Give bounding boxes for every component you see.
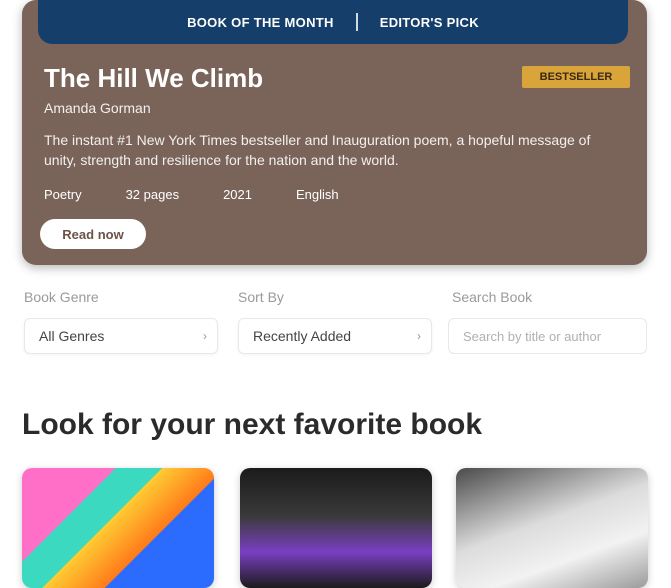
book-card-1[interactable] — [22, 468, 214, 588]
genre-select[interactable]: All Genres › — [24, 318, 218, 354]
hero-book-meta: Poetry 32 pages 2021 English — [44, 187, 339, 202]
search-filter-label: Search Book — [452, 289, 533, 305]
genre-select-value: All Genres — [39, 328, 105, 344]
meta-pages: 32 pages — [125, 187, 180, 202]
hero-book-description: The instant #1 New York Times bestseller… — [44, 132, 591, 168]
hero-book-author: Amanda Gorman — [44, 100, 151, 116]
featured-book-hero[interactable]: BOOK OF THE MONTH EDITOR'S PICK The Hill… — [22, 0, 647, 265]
section-title: Look for your next favorite book — [22, 408, 483, 441]
banner-divider — [355, 13, 358, 31]
chevron-down-icon: › — [203, 329, 207, 343]
banner-right-text: EDITOR'S PICK — [379, 14, 479, 30]
search-input[interactable] — [448, 318, 647, 354]
sort-filter-label: Sort By — [238, 289, 284, 305]
sort-select-value: Recently Added — [253, 328, 352, 344]
chevron-down-icon: › — [417, 329, 421, 343]
banner-left-text: BOOK OF THE MONTH — [187, 14, 334, 30]
meta-genre: Poetry — [44, 187, 82, 202]
read-now-button[interactable]: Read now — [40, 219, 146, 249]
hero-book-title: The Hill We Climb — [44, 63, 264, 93]
hero-banner: BOOK OF THE MONTH EDITOR'S PICK — [38, 0, 628, 44]
meta-year: 2021 — [223, 187, 252, 202]
sort-select[interactable]: Recently Added › — [238, 318, 432, 354]
book-card-2[interactable] — [240, 468, 432, 588]
genre-filter-label: Book Genre — [24, 289, 99, 305]
bestseller-badge: BESTSELLER — [522, 66, 630, 88]
book-card-3[interactable] — [456, 468, 648, 588]
meta-language: English — [296, 187, 339, 202]
